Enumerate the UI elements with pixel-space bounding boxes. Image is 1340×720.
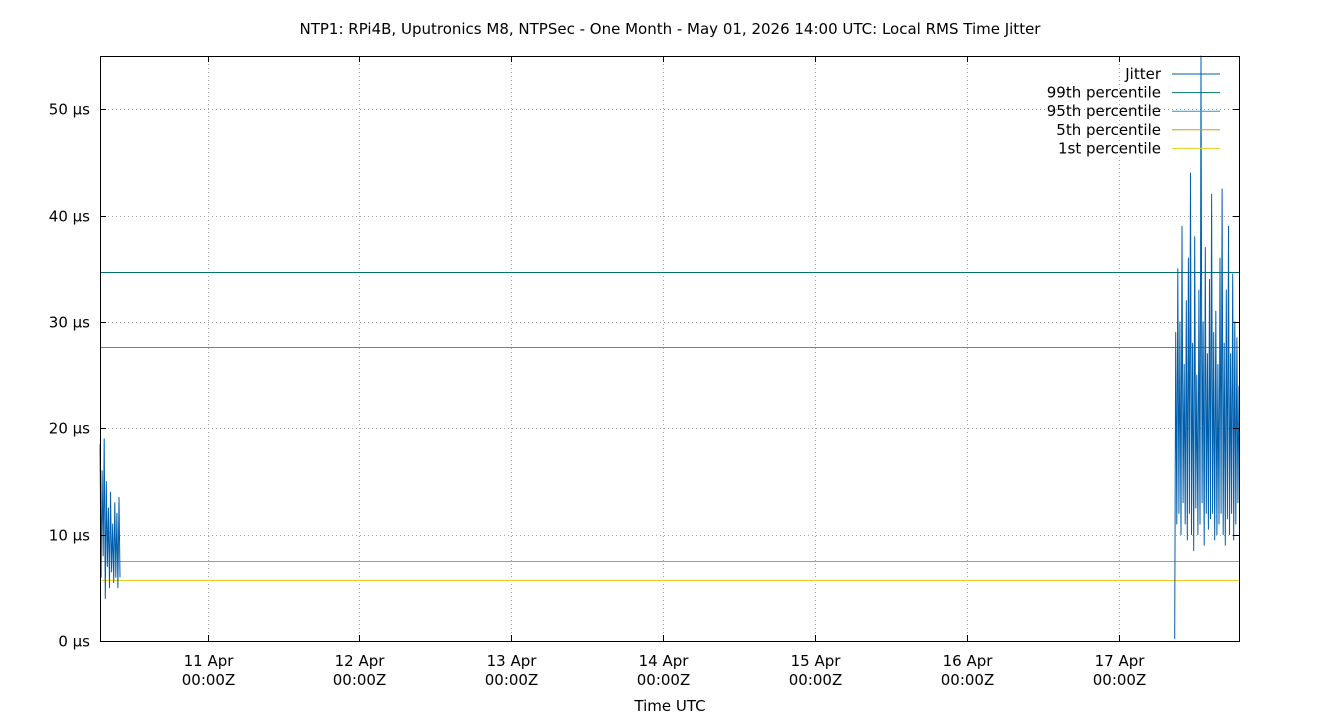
y-tick-label: 30 µs bbox=[49, 314, 90, 332]
y-tick-label: 50 µs bbox=[49, 101, 90, 119]
percentile-lines bbox=[100, 272, 1239, 581]
legend-label: 95th percentile bbox=[1047, 102, 1161, 120]
x-tick-label: 00:00Z bbox=[485, 671, 539, 689]
legend-label: 1st percentile bbox=[1058, 139, 1161, 157]
y-axis: 0 µs 10 µs 20 µs 30 µs 40 µs 50 µs bbox=[49, 101, 1239, 651]
jitter-chart: 0 µs10 µs20 µs30 µs40 µs50 µs 11 Apr00:0… bbox=[49, 55, 1240, 689]
legend: Jitter99th percentile95th percentile5th … bbox=[1047, 65, 1220, 157]
x-tick-label: 00:00Z bbox=[941, 671, 995, 689]
legend-label: Jitter bbox=[1124, 65, 1162, 83]
x-tick-label: 17 Apr bbox=[1095, 652, 1146, 670]
y-tick-label: 20 µs bbox=[49, 420, 90, 438]
x-tick-label: 00:00Z bbox=[182, 671, 236, 689]
y-tick-label: 10 µs bbox=[49, 527, 90, 545]
x-tick-label: 00:00Z bbox=[1093, 671, 1147, 689]
x-tick-label: 11 Apr bbox=[184, 652, 235, 670]
x-tick-label: 13 Apr bbox=[487, 652, 538, 670]
legend-label: 5th percentile bbox=[1056, 121, 1161, 139]
x-tick-label: 12 Apr bbox=[335, 652, 386, 670]
y-tick-label: 0 µs bbox=[58, 633, 90, 651]
jitter-line bbox=[99, 438, 121, 599]
x-tick-label: 00:00Z bbox=[637, 671, 691, 689]
x-axis-label: Time UTC bbox=[634, 697, 706, 715]
x-tick-label: 16 Apr bbox=[943, 652, 994, 670]
x-tick-label: 00:00Z bbox=[789, 671, 843, 689]
y-tick-label: 40 µs bbox=[49, 208, 90, 226]
x-tick-label: 15 Apr bbox=[791, 652, 842, 670]
legend-label: 99th percentile bbox=[1047, 84, 1161, 102]
x-tick-label: 14 Apr bbox=[639, 652, 690, 670]
x-tick-label: 00:00Z bbox=[333, 671, 387, 689]
